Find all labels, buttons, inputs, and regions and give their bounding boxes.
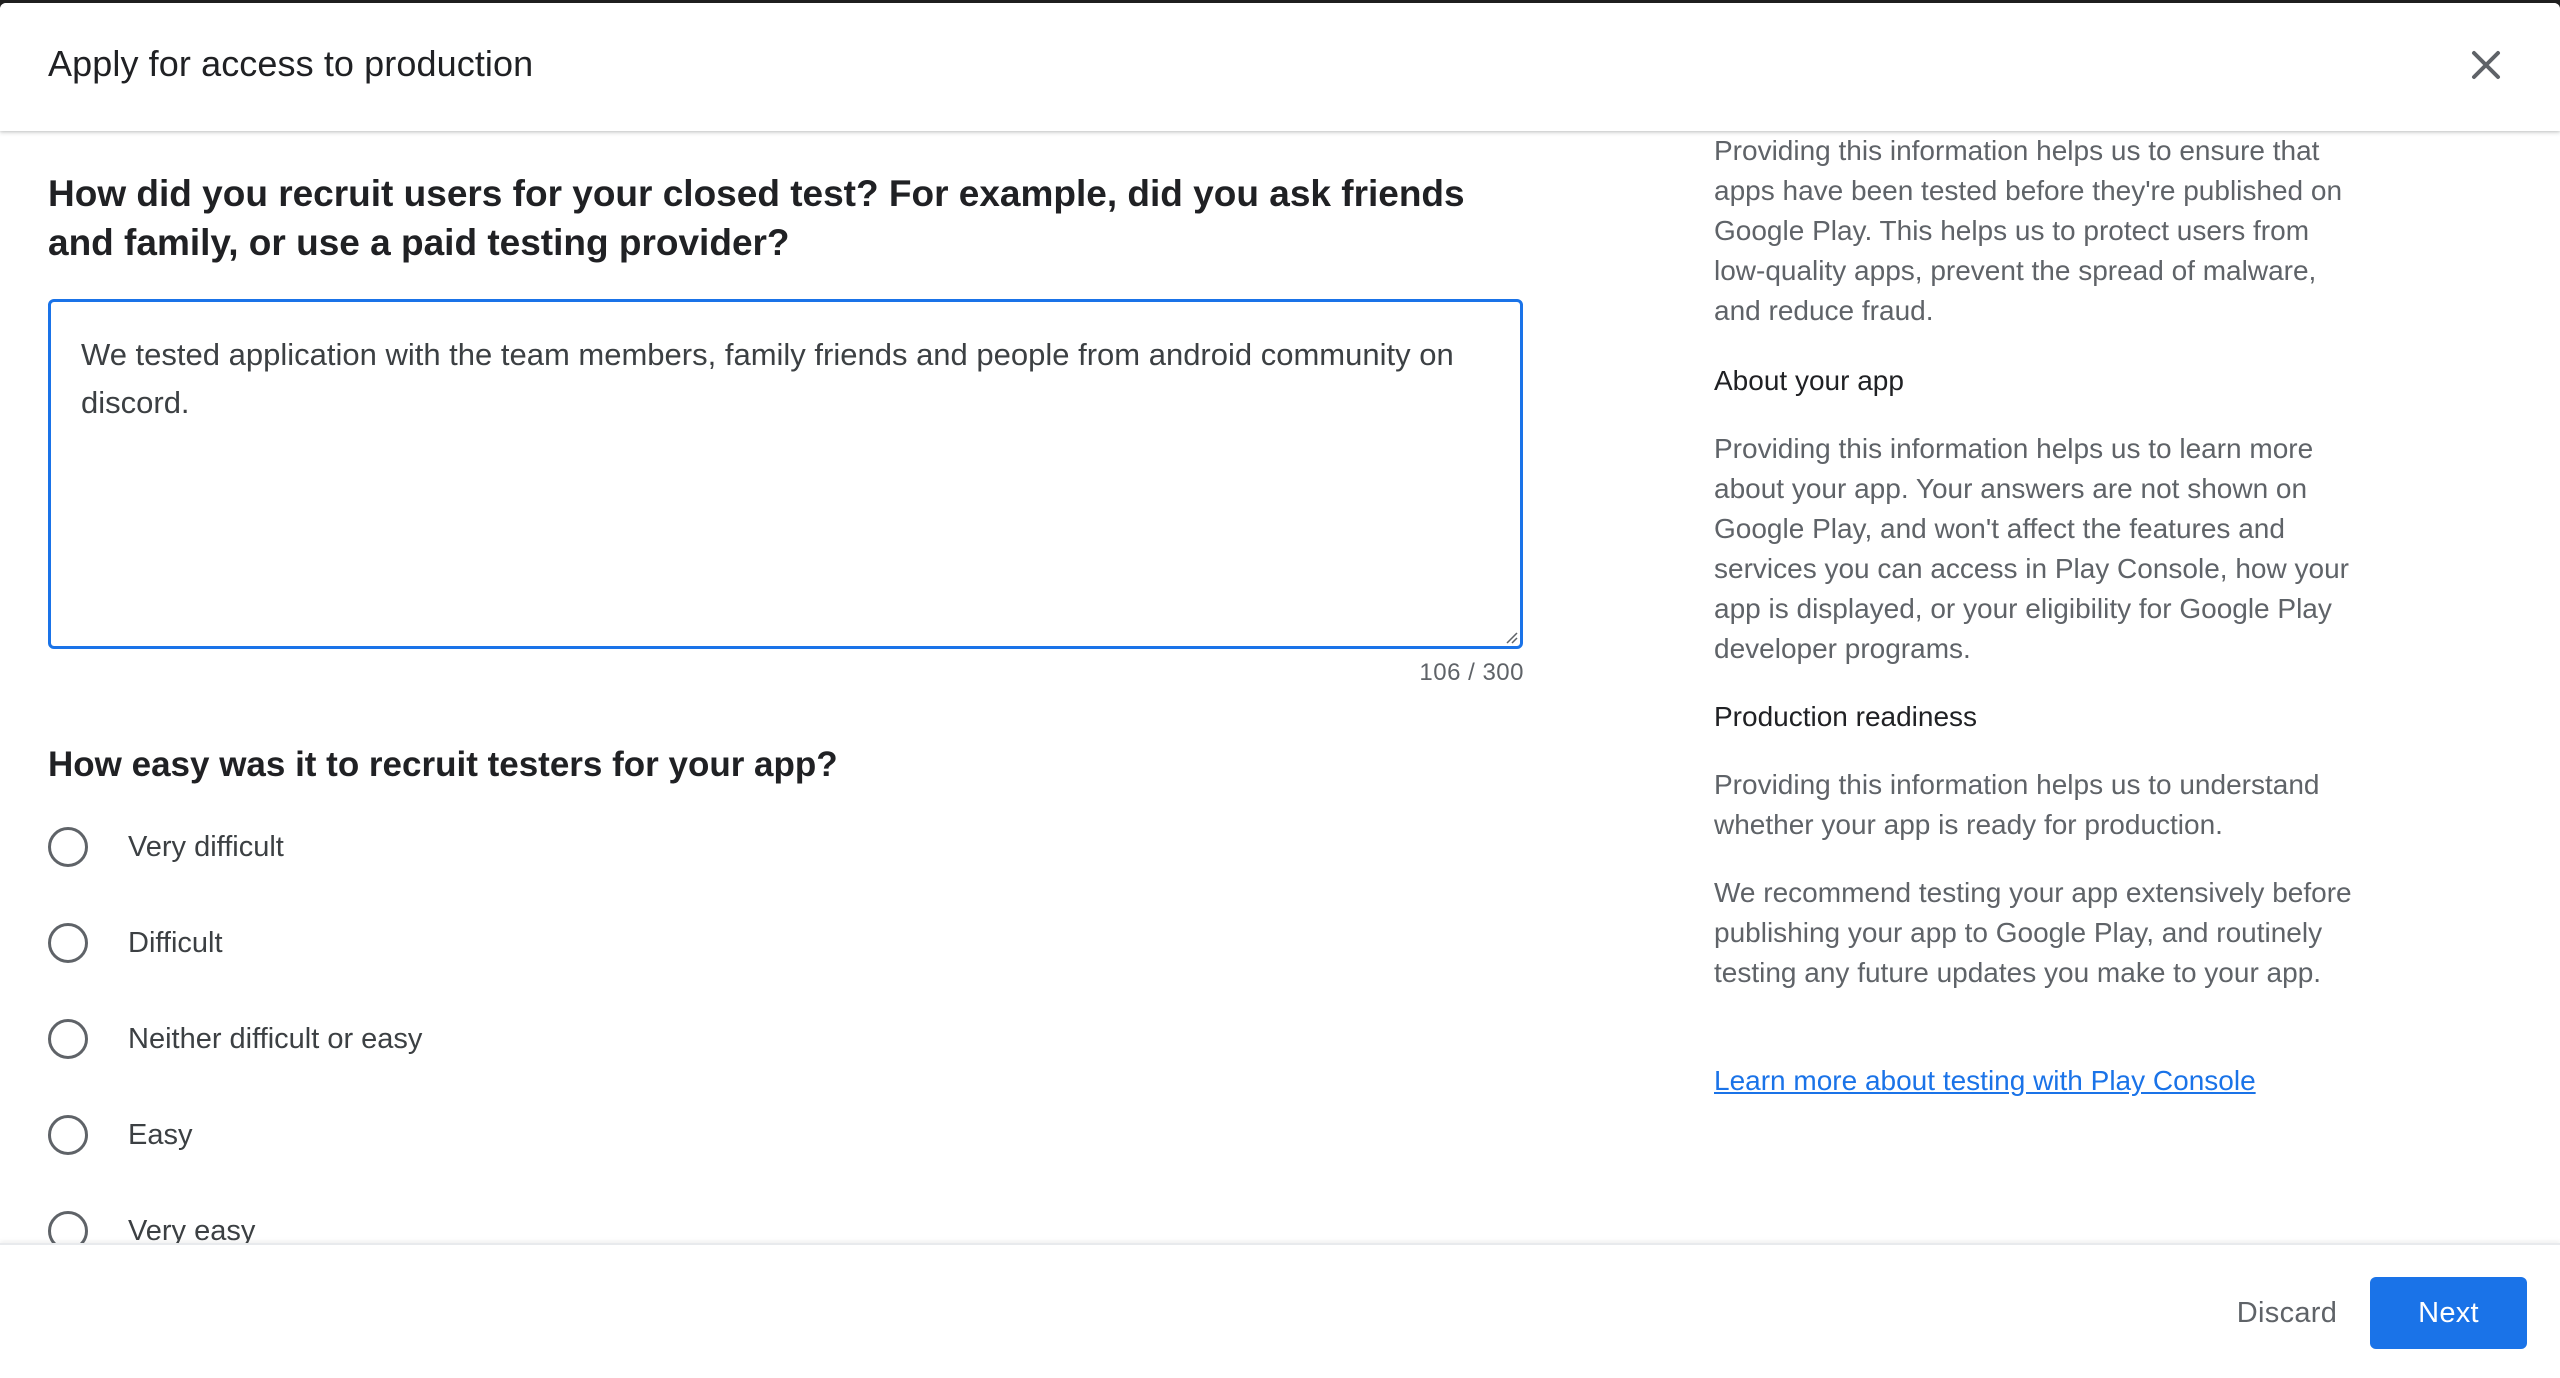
close-icon: [2472, 51, 2500, 79]
recruit-question: How did you recruit users for your close…: [48, 173, 1465, 263]
radio-label: Easy: [128, 1118, 193, 1151]
radio-label: Difficult: [128, 926, 223, 959]
radio-button-icon[interactable]: [48, 1211, 88, 1243]
radio-easy[interactable]: Easy: [48, 1105, 748, 1165]
dialog-content: How did you recruit users for your close…: [0, 131, 2560, 1243]
next-button[interactable]: Next: [2370, 1277, 2527, 1349]
close-button[interactable]: [2462, 41, 2510, 89]
radio-button-icon[interactable]: [48, 827, 88, 867]
recruit-answer-text: We tested application with the team memb…: [81, 337, 1454, 420]
radio-label: Very difficult: [128, 830, 284, 863]
dialog-footer: Discard Next: [0, 1243, 2560, 1378]
radio-label: Neither difficult or easy: [128, 1022, 423, 1055]
discard-button[interactable]: Discard: [2212, 1277, 2362, 1349]
readiness-heading: Production readiness: [1714, 701, 1978, 732]
readiness-text: Providing this information helps us to u…: [1714, 769, 2320, 840]
radio-neither[interactable]: Neither difficult or easy: [48, 1009, 748, 1069]
intro-text: Providing this information helps us to e…: [1714, 135, 2343, 326]
radio-button-icon[interactable]: [48, 923, 88, 963]
recruit-answer-textarea[interactable]: We tested application with the team memb…: [48, 299, 1523, 649]
ease-question: How easy was it to recruit testers for y…: [48, 745, 838, 784]
radio-label: Very easy: [128, 1214, 256, 1244]
radio-button-icon[interactable]: [48, 1115, 88, 1155]
radio-difficult[interactable]: Difficult: [48, 913, 748, 973]
about-heading: About your app: [1714, 365, 1904, 396]
resize-handle-icon[interactable]: [1502, 628, 1518, 644]
learn-more-link[interactable]: Learn more about testing with Play Conso…: [1714, 1061, 2256, 1101]
about-text: Providing this information helps us to l…: [1714, 433, 2349, 664]
radio-very-difficult[interactable]: Very difficult: [48, 817, 748, 877]
character-counter: 106 / 300: [1419, 659, 1524, 686]
recommend-text: We recommend testing your app extensivel…: [1714, 877, 2352, 988]
radio-button-icon[interactable]: [48, 1019, 88, 1059]
radio-very-easy[interactable]: Very easy: [48, 1201, 748, 1243]
apply-production-dialog: Apply for access to production How did y…: [0, 3, 2560, 1378]
dialog-header: Apply for access to production: [0, 3, 2560, 131]
dialog-title: Apply for access to production: [48, 43, 534, 84]
